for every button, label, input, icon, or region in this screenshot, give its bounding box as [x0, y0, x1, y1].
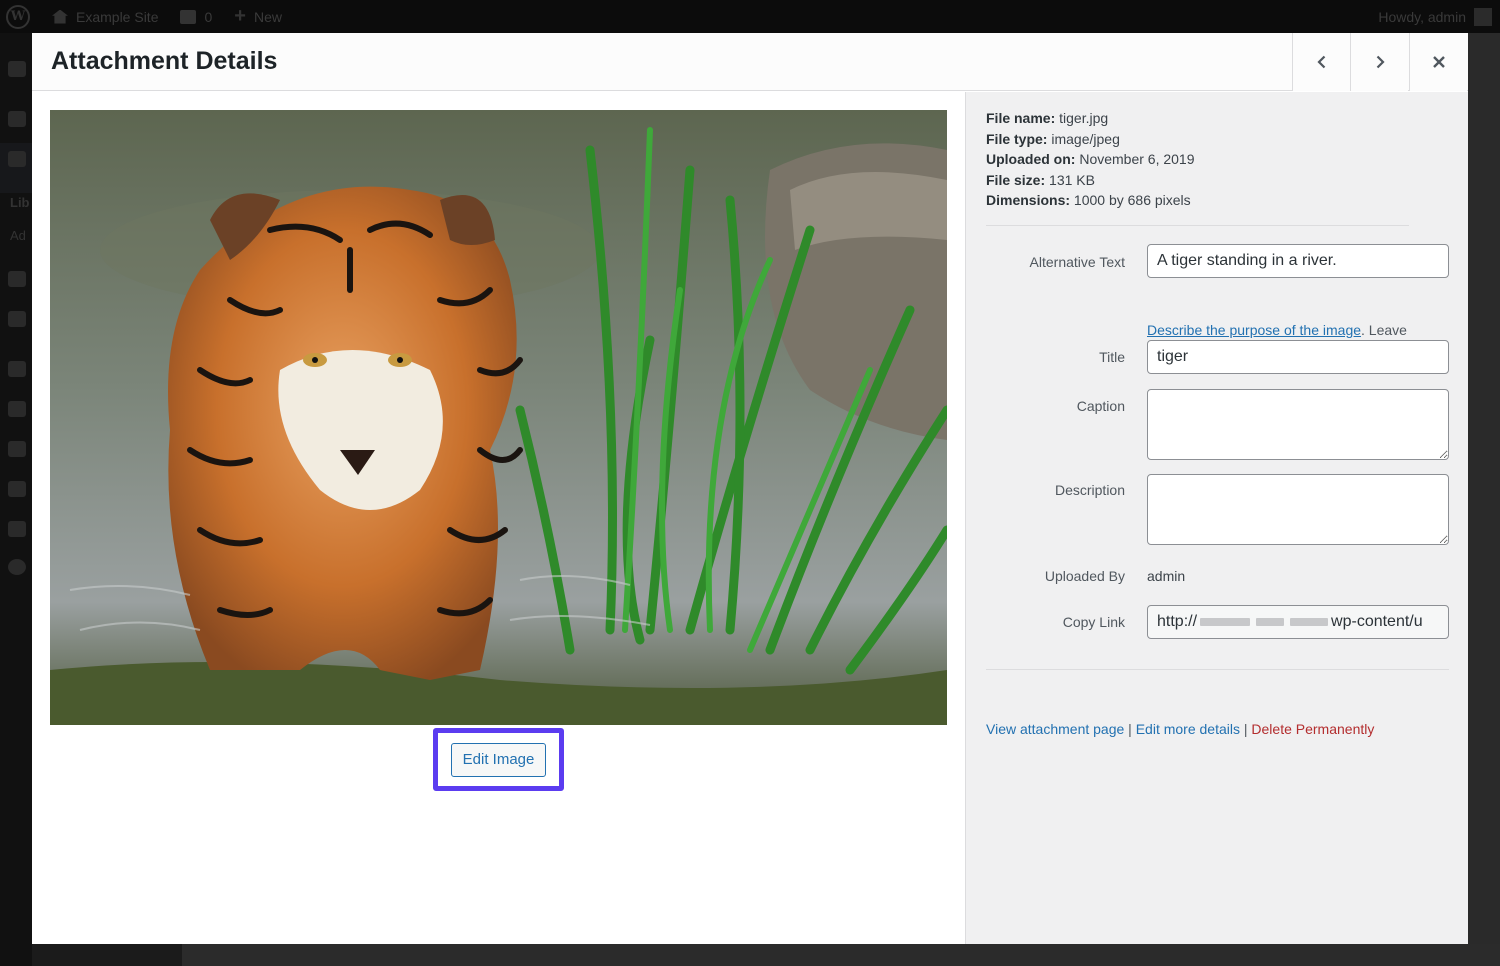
admin-sidebar: Lib Ad [0, 33, 32, 966]
view-attachment-page-link[interactable]: View attachment page [986, 721, 1124, 737]
dimensions-value: 1000 by 686 pixels [1073, 192, 1191, 208]
pages-icon[interactable] [8, 271, 26, 287]
appearance-icon[interactable] [8, 361, 26, 377]
sidebar-item-add-new[interactable]: Ad [10, 228, 26, 243]
chevron-left-icon [1316, 55, 1325, 69]
caption-textarea[interactable] [1147, 389, 1449, 460]
description-label: Description [1054, 482, 1125, 498]
caption-label: Caption [1076, 398, 1125, 414]
collapse-menu-icon[interactable] [8, 559, 26, 575]
account-menu[interactable]: Howdy, admin [1378, 7, 1492, 26]
file-name-value: tiger.jpg [1059, 110, 1109, 126]
copy-link-label: Copy Link [1062, 614, 1125, 630]
uploaded-on-row: Uploaded on: November 6, 2019 [986, 149, 1195, 170]
chevron-right-icon [1376, 55, 1385, 69]
previous-button[interactable] [1292, 33, 1350, 91]
uploaded-by-label: Uploaded By [1044, 568, 1125, 584]
close-icon [1432, 56, 1445, 68]
file-size-label: File size: [986, 171, 1046, 188]
dimensions-label: Dimensions: [986, 192, 1071, 208]
copy-link-input[interactable]: http:// wp-content/u [1147, 605, 1449, 639]
close-button[interactable] [1409, 33, 1467, 91]
uploaded-on-value: November 6, 2019 [1079, 151, 1195, 167]
attachment-actions: View attachment page | Edit more details… [986, 721, 1374, 737]
uploaded-on-label: Uploaded on: [986, 151, 1076, 167]
redacted-text [1200, 618, 1251, 626]
uploaded-by-value: admin [1147, 568, 1186, 584]
media-icon[interactable] [8, 151, 26, 167]
media-preview-pane: Edit Image [32, 92, 965, 944]
file-type-value: image/jpeg [1051, 130, 1120, 147]
file-info: File name: tiger.jpg File type: image/jp… [986, 108, 1195, 211]
tiger-photo [50, 110, 947, 725]
attachment-details-modal: Attachment Details Edit Image File name:… [32, 33, 1468, 944]
separator: | [1243, 721, 1248, 737]
comment-icon [180, 9, 197, 24]
file-type-row: File type: image/jpeg [986, 129, 1195, 150]
howdy-text: Howdy, admin [1378, 8, 1466, 25]
alt-text-input[interactable] [1147, 244, 1449, 278]
comments-icon[interactable] [8, 311, 26, 327]
admin-bar: W Example Site 0 + New Howdy, admin [0, 0, 1500, 33]
modal-header: Attachment Details [32, 33, 1468, 91]
edit-image-button[interactable]: Edit Image [450, 742, 547, 777]
edit-more-details-link[interactable]: Edit more details [1136, 721, 1240, 737]
home-icon [52, 9, 68, 24]
modal-title: Attachment Details [51, 47, 278, 75]
divider [986, 669, 1449, 670]
edit-image-highlight: Edit Image [433, 728, 564, 791]
file-type-label: File type: [986, 130, 1048, 147]
redacted-text [1256, 618, 1285, 626]
file-name-row: File name: tiger.jpg [986, 108, 1195, 129]
settings-icon[interactable] [8, 521, 26, 537]
title-label: Title [1099, 349, 1125, 365]
file-name-label: File name: [986, 110, 1056, 126]
redacted-text [1290, 618, 1329, 626]
copy-link-prefix: http:// [1157, 613, 1198, 630]
alt-text-label: Alternative Text [1029, 254, 1125, 270]
separator: | [1128, 721, 1132, 737]
users-icon[interactable] [8, 441, 26, 457]
attachment-info-panel: File name: tiger.jpg File type: image/jp… [965, 92, 1468, 944]
new-label: New [253, 8, 282, 25]
description-textarea[interactable] [1147, 474, 1449, 545]
sidebar-item-library[interactable]: Lib [10, 195, 30, 210]
next-button[interactable] [1350, 33, 1408, 91]
dimensions-row: Dimensions: 1000 by 686 pixels [986, 190, 1195, 211]
wordpress-logo-icon[interactable]: W [6, 4, 30, 29]
divider [986, 225, 1409, 226]
plus-icon: + [234, 5, 246, 27]
site-name-link[interactable]: Example Site [52, 9, 158, 25]
copy-link-suffix: wp-content/u [1331, 613, 1423, 630]
background-page-bottom [182, 944, 1500, 966]
describe-purpose-link[interactable]: Describe the purpose of the image [1147, 322, 1361, 338]
new-content-link[interactable]: + New [234, 5, 282, 28]
tools-icon[interactable] [8, 481, 26, 497]
file-size-row: File size: 131 KB [986, 170, 1195, 191]
avatar [1474, 7, 1492, 26]
pin-icon[interactable] [8, 111, 26, 127]
attachment-image [50, 110, 947, 725]
delete-permanently-link[interactable]: Delete Permanently [1251, 721, 1374, 737]
comments-link[interactable]: 0 [180, 9, 212, 25]
site-name: Example Site [76, 8, 159, 25]
plugins-icon[interactable] [8, 401, 26, 417]
background-page [1468, 33, 1500, 966]
dashboard-icon[interactable] [8, 61, 26, 77]
title-input[interactable] [1147, 340, 1449, 374]
comments-count: 0 [204, 8, 213, 25]
file-size-value: 131 KB [1049, 171, 1095, 188]
